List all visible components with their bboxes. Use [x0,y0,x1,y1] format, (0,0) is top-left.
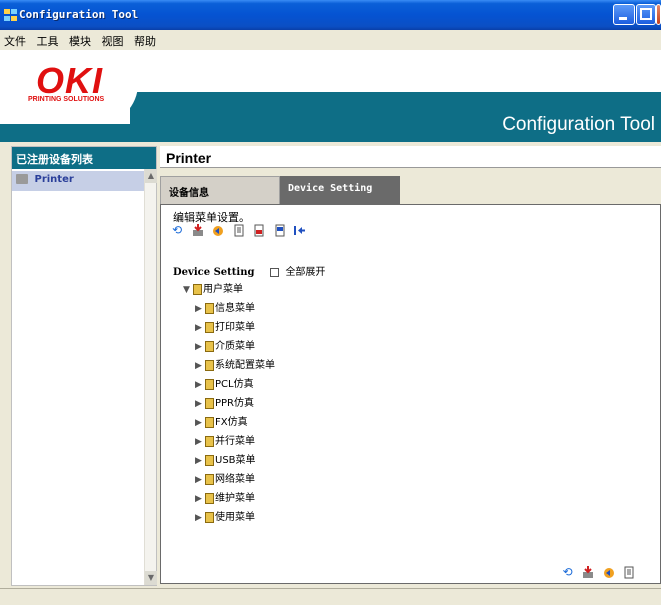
collapsed-triangle-icon[interactable]: ▶ [195,342,205,352]
tree-node[interactable]: ▶ 打印菜单 [195,318,255,333]
tree-header: Device Setting 全部展开 [173,263,325,278]
folder-icon [205,473,214,485]
expand-all-checkbox[interactable] [269,268,279,277]
menu-bar: 文件 工具 模块 视图 帮助 [0,30,661,50]
folder-icon [205,321,214,333]
device-setting-panel: 编辑菜单设置。 ⟲ Device Setting 全部展开 ▼ 用户菜单 ▶ 信息菜… [160,204,661,584]
download-icon[interactable] [192,223,204,237]
device-list-header: 已注册设备列表 [12,147,156,169]
folder-icon [205,454,214,466]
menu-module[interactable]: 模块 [65,30,94,49]
menu-help[interactable]: 帮助 [130,30,159,49]
menu-file[interactable]: 文件 [0,30,29,49]
tree-node-label: USB菜单 [215,455,256,466]
tree-node[interactable]: ▶ 使用菜单 [195,508,255,523]
folder-icon [205,397,214,409]
collapsed-triangle-icon[interactable]: ▶ [195,456,205,466]
expand-all-label: 全部展开 [285,267,326,278]
minimize-button[interactable] [613,4,635,25]
tree-node-label: 并行菜单 [215,436,255,447]
collapsed-triangle-icon[interactable]: ▶ [195,399,205,409]
refresh-icon[interactable]: ⟲ [171,223,183,237]
scroll-down-icon[interactable]: ▼ [145,571,157,585]
menu-tools[interactable]: 工具 [33,30,62,49]
bottom-toolbar: ⟲ [562,566,641,580]
tree-node[interactable]: ▶ 网络菜单 [195,470,255,485]
collapsed-triangle-icon[interactable]: ▶ [195,361,205,371]
window-title: Configuration Tool [19,8,139,21]
tree-node-label: 介质菜单 [215,341,255,352]
title-bar: Configuration Tool [0,0,661,30]
tab-device-info[interactable]: 设备信息 [160,176,280,204]
tree-node-label: PPR仿真 [215,398,255,409]
document-icon[interactable] [623,566,635,579]
folder-icon [205,378,214,390]
folder-icon [205,302,214,314]
scroll-up-icon[interactable]: ▲ [145,169,157,183]
collapsed-triangle-icon[interactable]: ▶ [195,475,205,485]
banner-band-left [0,124,140,142]
close-button[interactable] [656,4,661,25]
banner-title: Configuration Tool [502,114,655,135]
download-icon[interactable] [582,566,594,579]
toolbar: ⟲ [171,223,311,239]
logo-subtitle: PRINTING SOLUTIONS [28,96,105,103]
folder-icon [193,283,202,295]
folder-icon [205,416,214,428]
collapsed-triangle-icon[interactable]: ▶ [195,380,205,390]
device-list-item-label: Printer [34,174,74,185]
tree-node[interactable]: ▶ 维护菜单 [195,489,255,504]
tab-device-setting[interactable]: Device Setting [280,176,400,204]
tree-header-label: Device Setting [173,267,255,278]
export-icon[interactable] [253,224,265,237]
tree-node[interactable]: ▶ PPR仿真 [195,394,254,409]
tree-node-label: PCL仿真 [215,379,254,390]
tree-node[interactable]: ▶ 系统配置菜单 [195,356,275,371]
folder-icon [205,492,214,504]
tree-node[interactable]: ▶ 并行菜单 [195,432,255,447]
tree-node-label: 使用菜单 [215,512,255,523]
import-icon[interactable] [274,224,286,237]
back-icon[interactable] [294,224,306,237]
collapsed-triangle-icon[interactable]: ▶ [195,323,205,333]
collapsed-triangle-icon[interactable]: ▶ [195,304,205,314]
printer-icon [16,174,28,184]
collapsed-triangle-icon[interactable]: ▶ [195,513,205,523]
collapsed-triangle-icon[interactable]: ▶ [195,494,205,504]
maximize-button[interactable] [636,4,656,25]
collapsed-triangle-icon[interactable]: ▶ [195,437,205,447]
folder-icon [205,359,214,371]
tree-node[interactable]: ▶ FX仿真 [195,413,248,428]
undo-icon[interactable] [603,566,615,579]
tree-node-label: 用户菜单 [203,284,243,295]
tree-node-label: 系统配置菜单 [215,360,275,371]
refresh-icon[interactable]: ⟲ [562,566,574,579]
expanded-triangle-icon[interactable]: ▼ [183,285,193,295]
tree-node[interactable]: ▶ 信息菜单 [195,299,255,314]
header-banner: OKI PRINTING SOLUTIONS Configuration Too… [0,50,661,142]
undo-icon[interactable] [212,224,224,237]
tree-node-label: 维护菜单 [215,493,255,504]
tab-strip: 设备信息 Device Setting [160,176,661,204]
device-list-scrollbar[interactable]: ▲ ▼ [144,169,157,585]
tree-node-root[interactable]: ▼ 用户菜单 [183,280,243,295]
tree-node-label: FX仿真 [215,417,248,428]
app-icon [4,8,18,22]
device-list-item-printer[interactable]: Printer [12,171,144,191]
device-list-panel: 已注册设备列表 Printer ▲ ▼ [11,146,157,586]
folder-icon [205,435,214,447]
document-icon[interactable] [233,224,245,237]
collapsed-triangle-icon[interactable]: ▶ [195,418,205,428]
tree-node[interactable]: ▶ USB菜单 [195,451,256,466]
tree-node[interactable]: ▶ 介质菜单 [195,337,255,352]
page-title: Printer [160,146,661,168]
status-bar [0,588,661,605]
tree-node-label: 网络菜单 [215,474,255,485]
menu-view[interactable]: 视图 [98,30,127,49]
tree-node-label: 信息菜单 [215,303,255,314]
folder-icon [205,340,214,352]
tree-node-label: 打印菜单 [215,322,255,333]
folder-icon [205,511,214,523]
tree-node[interactable]: ▶ PCL仿真 [195,375,254,390]
